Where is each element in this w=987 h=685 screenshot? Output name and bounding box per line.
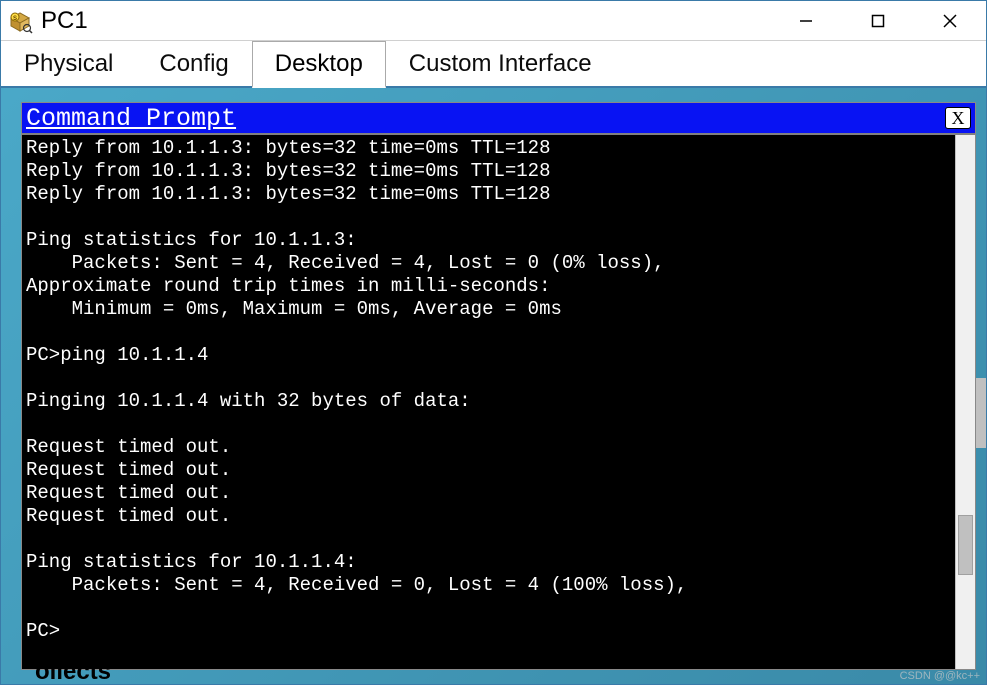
watermark-text: CSDN @@kc++ [900, 670, 980, 682]
tab-physical[interactable]: Physical [1, 41, 136, 86]
tab-bar: Physical Config Desktop Custom Interface [1, 41, 986, 88]
desktop-area: ollects Command Prompt X Reply from 10.1… [1, 88, 986, 684]
command-prompt-title: Command Prompt [26, 104, 945, 133]
window-title: PC1 [41, 7, 770, 35]
command-prompt-titlebar[interactable]: Command Prompt X [22, 103, 975, 133]
app-icon: S [7, 8, 33, 34]
maximize-button[interactable] [842, 1, 914, 40]
svg-text:S: S [13, 16, 17, 22]
terminal-output[interactable]: Reply from 10.1.1.3: bytes=32 time=0ms T… [22, 135, 955, 669]
window-controls [770, 1, 986, 40]
tab-custom-interface[interactable]: Custom Interface [386, 41, 615, 86]
command-prompt-close-button[interactable]: X [945, 107, 971, 129]
outer-scroll-thumb[interactable] [976, 378, 986, 448]
close-icon [942, 13, 958, 29]
command-prompt-window: Command Prompt X Reply from 10.1.1.3: by… [21, 102, 976, 670]
terminal-scrollbar[interactable] [955, 135, 975, 669]
app-window: S PC1 [0, 0, 987, 685]
terminal-container: Reply from 10.1.1.3: bytes=32 time=0ms T… [22, 133, 975, 669]
minimize-icon [799, 14, 813, 28]
maximize-icon [871, 14, 885, 28]
close-button[interactable] [914, 1, 986, 40]
minimize-button[interactable] [770, 1, 842, 40]
scrollbar-thumb[interactable] [958, 515, 973, 575]
titlebar[interactable]: S PC1 [1, 1, 986, 41]
tab-config[interactable]: Config [136, 41, 251, 86]
tab-desktop[interactable]: Desktop [252, 41, 386, 88]
